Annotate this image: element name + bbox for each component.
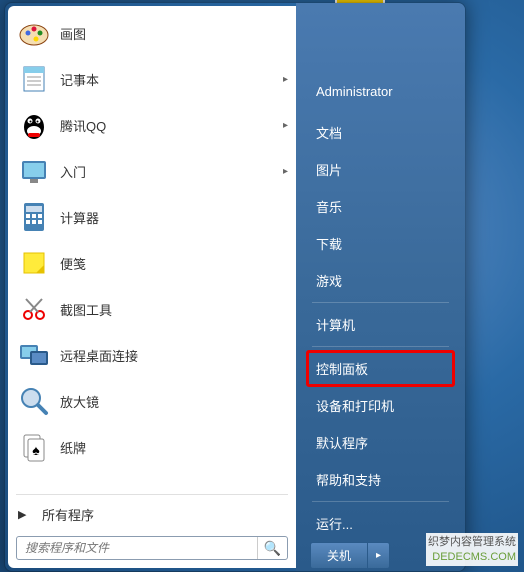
arrow-right-icon: ▶ [18,508,34,521]
program-label: 计算器 [60,208,288,227]
getting-started-icon [16,153,52,189]
right-item-default-programs[interactable]: 默认程序 [306,424,455,461]
program-label: 腾讯QQ [60,116,283,135]
rdp-icon [16,337,52,373]
program-item-sticky-notes[interactable]: 便笺 [10,240,294,286]
qq-icon [16,107,52,143]
right-item-games[interactable]: 游戏 [306,262,455,299]
program-item-paint[interactable]: 画图 [10,10,294,56]
separator [16,494,288,495]
calculator-icon [16,199,52,235]
program-label: 纸牌 [60,438,288,457]
right-item-pictures[interactable]: 图片 [306,151,455,188]
paint-icon [16,15,52,51]
program-item-rdp[interactable]: 远程桌面连接 [10,332,294,378]
program-item-notepad[interactable]: 记事本▸ [10,56,294,102]
program-list: 画图记事本▸腾讯QQ▸入门▸计算器便笺截图工具远程桌面连接放大镜♠纸牌 [8,6,296,492]
search-button[interactable]: 🔍 [257,537,287,559]
watermark: 织梦内容管理系统 DEDECMS.COM [426,533,518,566]
sticky-notes-icon [16,245,52,281]
all-programs-label: 所有程序 [42,505,94,524]
shutdown-button[interactable]: 关机 [310,542,368,569]
program-label: 记事本 [60,70,283,89]
chevron-right-icon: ▸ [283,120,288,131]
search-icon: 🔍 [264,540,281,556]
search-input[interactable] [17,537,257,559]
solitaire-icon: ♠ [16,429,52,465]
separator [312,302,449,303]
program-item-solitaire[interactable]: ♠ 纸牌 [10,424,294,470]
program-label: 远程桌面连接 [60,346,288,365]
program-label: 放大镜 [60,392,288,411]
notepad-icon [16,61,52,97]
chevron-right-icon: ▸ [283,74,288,85]
shutdown-options-button[interactable]: ▸ [368,542,390,569]
program-item-getting-started[interactable]: 入门▸ [10,148,294,194]
program-item-magnifier[interactable]: 放大镜 [10,378,294,424]
program-label: 画图 [60,24,288,43]
start-menu: 画图记事本▸腾讯QQ▸入门▸计算器便笺截图工具远程桌面连接放大镜♠纸牌 ▶ 所有… [4,2,466,572]
user-name[interactable]: Administrator [306,75,455,108]
program-label: 入门 [60,162,283,181]
separator [312,346,449,347]
program-item-calculator[interactable]: 计算器 [10,194,294,240]
program-label: 截图工具 [60,300,288,319]
right-item-documents[interactable]: 文档 [306,114,455,151]
search-box: 🔍 [16,536,288,560]
all-programs-button[interactable]: ▶ 所有程序 [8,497,296,532]
separator [312,501,449,502]
program-item-snipping[interactable]: 截图工具 [10,286,294,332]
right-item-downloads[interactable]: 下载 [306,225,455,262]
magnifier-icon [16,383,52,419]
chevron-right-icon: ▸ [283,166,288,177]
snipping-icon [16,291,52,327]
right-item-control-panel[interactable]: 控制面板 [306,350,455,387]
program-item-qq[interactable]: 腾讯QQ▸ [10,102,294,148]
program-label: 便笺 [60,254,288,273]
right-item-help-support[interactable]: 帮助和支持 [306,461,455,498]
start-menu-left-panel: 画图记事本▸腾讯QQ▸入门▸计算器便笺截图工具远程桌面连接放大镜♠纸牌 ▶ 所有… [8,6,296,568]
right-item-music[interactable]: 音乐 [306,188,455,225]
svg-text:♠: ♠ [32,442,40,458]
right-item-computer[interactable]: 计算机 [306,306,455,343]
start-menu-right-panel: Administrator 文档图片音乐下载游戏计算机控制面板设备和打印机默认程… [296,3,465,571]
right-item-devices-printers[interactable]: 设备和打印机 [306,387,455,424]
